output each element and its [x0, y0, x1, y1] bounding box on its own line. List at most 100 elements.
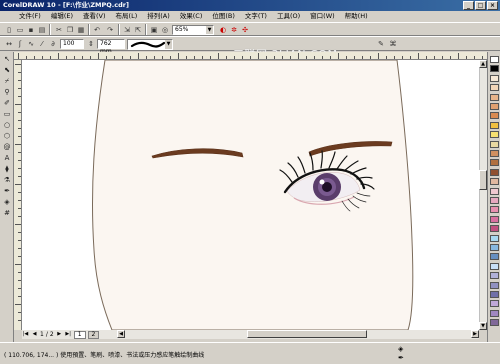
zoom-tool-icon[interactable]: ⚲ [2, 88, 12, 97]
wireframe-icon[interactable]: ◐ [218, 25, 228, 35]
palette-swatch[interactable] [490, 272, 499, 280]
palette-swatch[interactable] [490, 197, 499, 204]
shape-tool-icon[interactable]: ⬉ [2, 66, 12, 75]
brush-mode-icon[interactable]: ⌘ [388, 39, 398, 49]
brush-icon[interactable]: ʃ [15, 39, 25, 49]
horizontal-ruler[interactable] [14, 52, 487, 60]
paste-icon[interactable]: ▦ [76, 25, 86, 35]
import-icon[interactable]: ⇲ [122, 25, 132, 35]
palette-swatch[interactable] [490, 74, 499, 82]
palette-swatch[interactable] [490, 253, 499, 261]
palette-swatch[interactable] [490, 103, 499, 110]
palette-swatch[interactable] [490, 206, 499, 214]
palette-swatch[interactable] [490, 65, 499, 73]
maximize-button[interactable]: □ [475, 1, 486, 10]
palette-swatch[interactable] [490, 168, 499, 176]
palette-swatch[interactable] [490, 291, 499, 298]
prev-page-icon[interactable]: ◀ [31, 331, 38, 338]
page-tab-1[interactable]: 1 [73, 330, 86, 339]
scroll-left-icon[interactable]: ◀ [117, 330, 125, 338]
menu-help[interactable]: 帮助(H) [340, 11, 373, 22]
palette-swatch[interactable] [490, 234, 499, 242]
vertical-ruler[interactable] [14, 60, 22, 330]
polygon-tool-icon[interactable]: ⬡ [2, 132, 12, 141]
palette-swatch[interactable] [490, 187, 499, 195]
palette-swatch[interactable] [490, 225, 499, 233]
palette-swatch[interactable] [490, 178, 499, 186]
export-icon[interactable]: ⇱ [133, 25, 143, 35]
vertical-scroll-thumb[interactable] [479, 170, 487, 190]
copy-icon[interactable]: ❐ [65, 25, 75, 35]
menu-arrange[interactable]: 排列(A) [142, 11, 175, 22]
face-shape[interactable] [92, 60, 414, 330]
menu-text[interactable]: 文字(T) [240, 11, 272, 22]
eyedropper-icon[interactable]: ⚗ [2, 176, 12, 185]
palette-swatch[interactable] [490, 244, 499, 251]
first-page-icon[interactable]: |◀ [22, 331, 29, 338]
stepper-icon[interactable]: ⇕ [86, 39, 96, 49]
app-launcher-icon[interactable]: ▣ [149, 25, 159, 35]
palette-swatch[interactable] [490, 319, 499, 327]
menu-bitmaps[interactable]: 位图(B) [207, 11, 240, 22]
minimize-button[interactable]: _ [463, 1, 474, 10]
undo-icon[interactable]: ↶ [92, 25, 102, 35]
menu-window[interactable]: 窗口(W) [305, 11, 340, 22]
palette-swatch[interactable] [490, 150, 499, 157]
close-button[interactable]: × [487, 1, 498, 10]
palette-swatch[interactable] [490, 140, 499, 148]
palette-swatch[interactable] [490, 131, 499, 139]
text-tool-icon[interactable]: A [2, 154, 12, 163]
new-file-icon[interactable]: ▯ [4, 25, 14, 35]
page-tab-2[interactable]: 2 [87, 330, 100, 339]
stroke-width-field[interactable]: 762 mm [97, 39, 125, 55]
open-folder-icon[interactable]: ▭ [15, 25, 25, 35]
redo-icon[interactable]: ↷ [105, 25, 115, 35]
palette-swatch[interactable] [490, 159, 499, 167]
outline-indicator-icon[interactable]: ✒ [398, 354, 405, 362]
palette-swatch[interactable] [490, 93, 499, 101]
palette-swatch[interactable] [490, 309, 499, 317]
options-icon[interactable]: ✲ [229, 25, 239, 35]
palette-swatch[interactable] [490, 215, 499, 223]
spiral-tool-icon[interactable]: @ [2, 143, 12, 152]
pen-tool-icon[interactable]: ✎ [376, 39, 386, 49]
next-page-icon[interactable]: ▶ [56, 331, 63, 338]
ellipse-tool-icon[interactable]: ○ [2, 121, 12, 130]
knife-tool-icon[interactable]: ⌿ [2, 77, 12, 86]
horizontal-scroll-thumb[interactable] [247, 330, 367, 338]
corel-online-icon[interactable]: ◎ [160, 25, 170, 35]
spray-icon[interactable]: ∿ [26, 39, 36, 49]
smoothing-field[interactable]: 100 [60, 39, 84, 49]
menu-view[interactable]: 查看(V) [78, 11, 111, 22]
palette-swatch[interactable] [490, 262, 499, 270]
palette-swatch[interactable] [490, 121, 499, 129]
print-icon[interactable]: ▤ [37, 25, 47, 35]
fill-tool-icon[interactable]: ◈ [2, 198, 12, 207]
pick-tool-icon[interactable]: ↖ [2, 55, 12, 64]
palette-swatch[interactable] [490, 281, 499, 289]
vertical-scrollbar[interactable]: ▲ ▼ [479, 60, 487, 330]
menu-effects[interactable]: 效果(C) [175, 11, 208, 22]
menu-edit[interactable]: 编辑(E) [46, 11, 78, 22]
help-icon[interactable]: ✣ [240, 25, 250, 35]
interactive-fill-icon[interactable]: ⧫ [2, 165, 12, 174]
rectangle-tool-icon[interactable]: ▭ [2, 110, 12, 119]
mesh-tool-icon[interactable]: # [2, 209, 12, 218]
drawing-canvas[interactable] [22, 60, 479, 330]
menu-tools[interactable]: 工具(O) [272, 11, 305, 22]
save-icon[interactable]: ▪ [26, 25, 36, 35]
scroll-up-icon[interactable]: ▲ [479, 60, 487, 68]
menu-file[interactable]: 文件(F) [14, 11, 46, 22]
chevron-down-icon[interactable]: ▼ [206, 26, 213, 34]
last-page-icon[interactable]: ▶| [65, 331, 72, 338]
calligraphy-icon[interactable]: ⁄ [37, 39, 47, 49]
face-artwork[interactable] [22, 60, 479, 330]
palette-swatch[interactable] [490, 84, 499, 92]
menu-layout[interactable]: 布局(L) [111, 11, 143, 22]
pressure-icon[interactable]: ∂ [48, 39, 58, 49]
palette-swatch[interactable] [490, 112, 499, 120]
preset-brush-icon[interactable]: ↔ [4, 39, 14, 49]
fill-indicator-icon[interactable]: ◈ [398, 345, 405, 353]
scroll-down-icon[interactable]: ▼ [479, 322, 487, 330]
palette-swatch[interactable] [490, 56, 499, 63]
